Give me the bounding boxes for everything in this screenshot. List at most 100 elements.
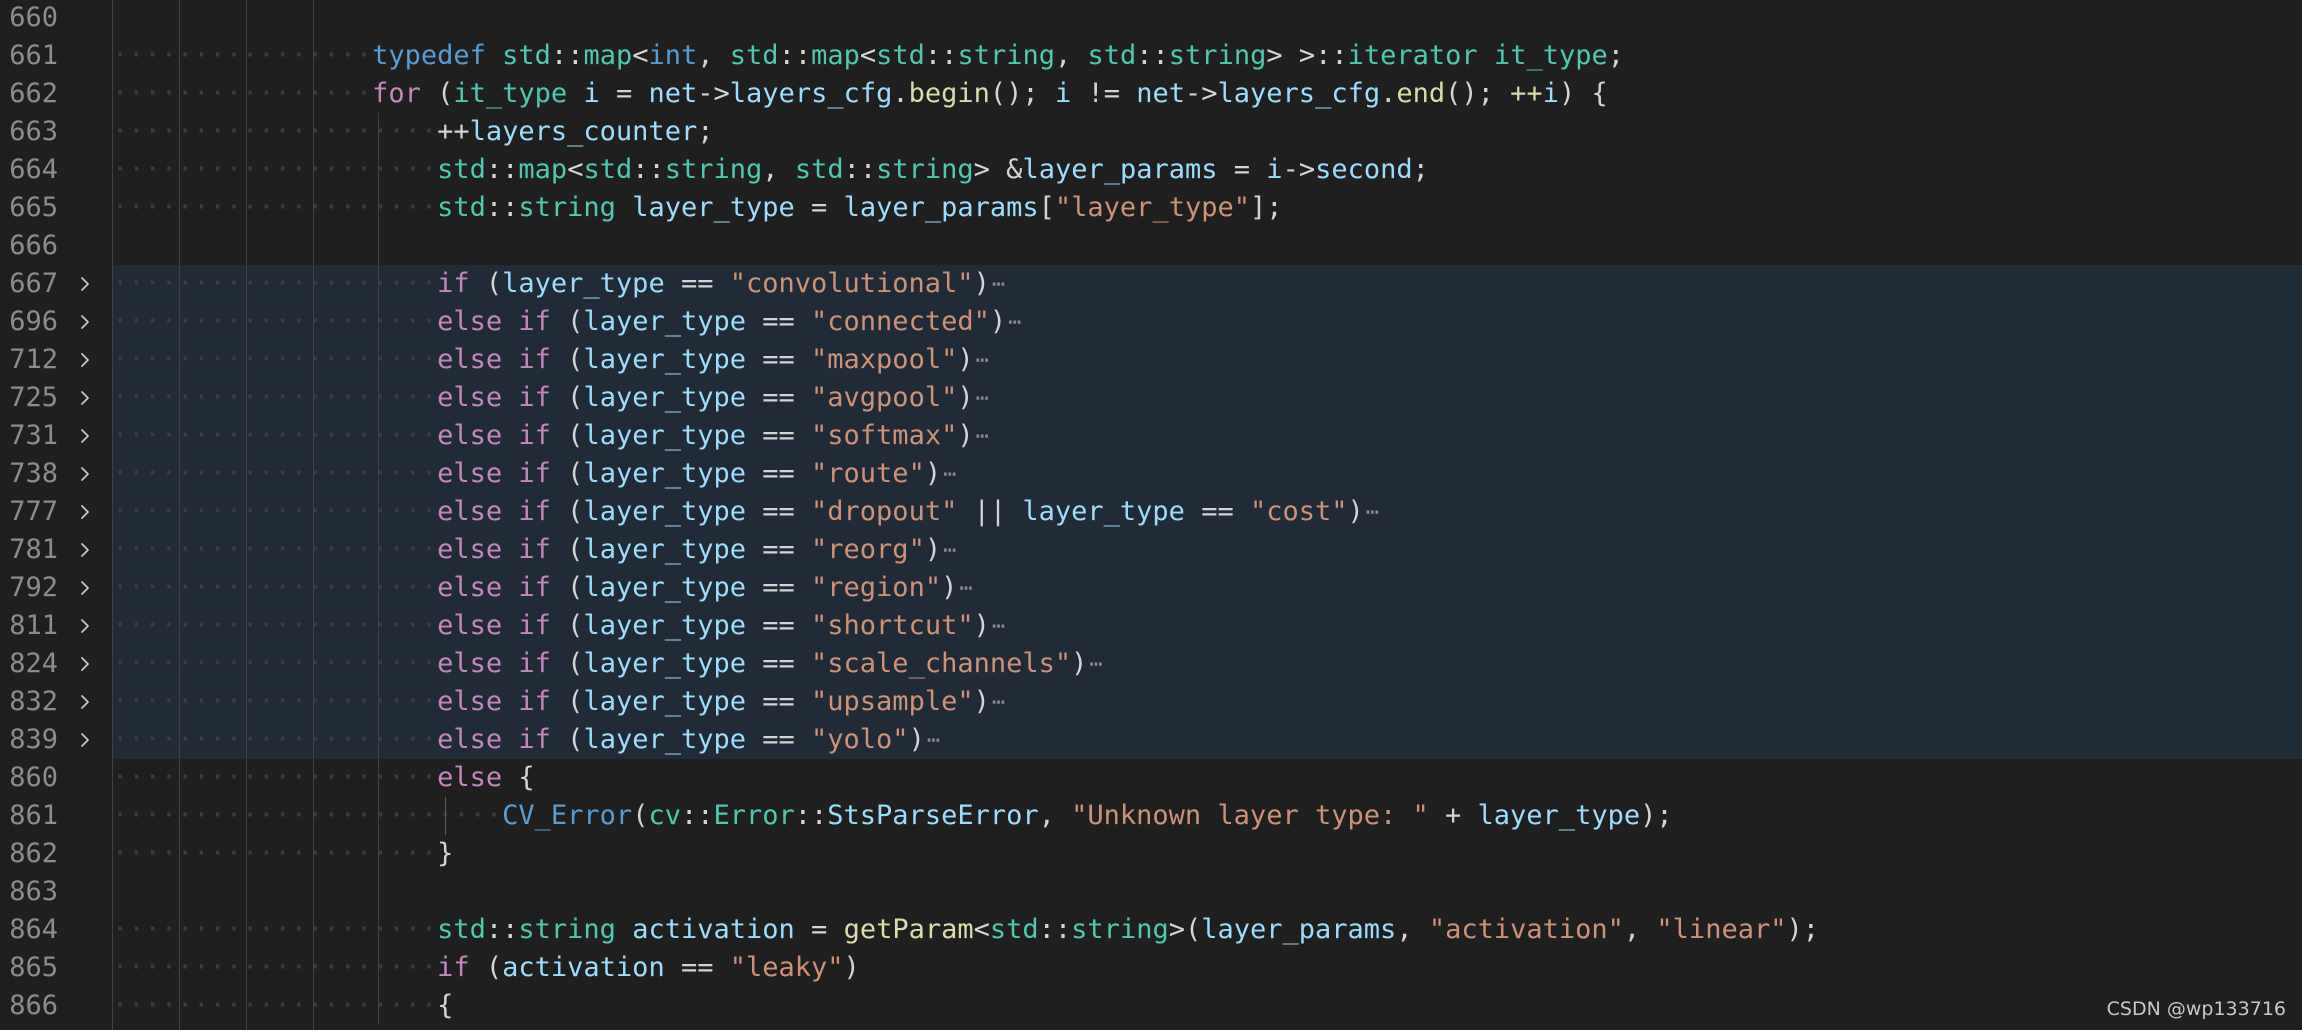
code-line[interactable]: 866 ····················{ — [0, 987, 2302, 1025]
fold-ellipsis[interactable]: ⋯ — [974, 380, 989, 418]
folded-code-line[interactable]: 824 ····················else if (layer_ty… — [0, 645, 2302, 683]
code-text[interactable]: ····················if (activation == "l… — [112, 949, 860, 987]
folded-code-line[interactable]: 738 ····················else if (layer_ty… — [0, 455, 2302, 493]
line-number[interactable]: 861 — [0, 797, 58, 835]
folded-code-line[interactable]: 712 ····················else if (layer_ty… — [0, 341, 2302, 379]
folded-code-line[interactable]: 832 ····················else if (layer_ty… — [0, 683, 2302, 721]
code-text[interactable]: ····················{ — [112, 987, 453, 1025]
fold-ellipsis[interactable]: ⋯ — [990, 608, 1005, 646]
code-line[interactable]: 861 ························CV_Error(cv::… — [0, 797, 2302, 835]
line-number[interactable]: 824 — [0, 645, 58, 683]
folded-code-line[interactable]: 696 ····················else if (layer_ty… — [0, 303, 2302, 341]
fold-ellipsis[interactable]: ⋯ — [1364, 494, 1379, 532]
code-line[interactable]: 865 ····················if (activation ==… — [0, 949, 2302, 987]
code-text[interactable]: ····················else if (layer_type … — [112, 569, 973, 607]
line-number[interactable]: 864 — [0, 911, 58, 949]
code-line[interactable]: 661 ················typedef std::map<int,… — [0, 37, 2302, 75]
line-number[interactable]: 862 — [0, 835, 58, 873]
fold-ellipsis[interactable]: ⋯ — [1006, 304, 1021, 342]
code-text[interactable]: ····················else if (layer_type … — [112, 645, 1103, 683]
line-number[interactable]: 712 — [0, 341, 58, 379]
fold-ellipsis[interactable]: ⋯ — [974, 342, 989, 380]
code-line[interactable]: 862 ····················} — [0, 835, 2302, 873]
code-line[interactable]: 864 ····················std::string activ… — [0, 911, 2302, 949]
code-text[interactable] — [112, 227, 437, 265]
code-line[interactable]: 665 ····················std::string layer… — [0, 189, 2302, 227]
line-number[interactable]: 865 — [0, 949, 58, 987]
fold-ellipsis[interactable]: ⋯ — [925, 722, 940, 760]
fold-ellipsis[interactable]: ⋯ — [957, 570, 972, 608]
line-number[interactable]: 839 — [0, 721, 58, 759]
code-line[interactable]: 863 — [0, 873, 2302, 911]
line-number[interactable]: 860 — [0, 759, 58, 797]
line-number[interactable]: 696 — [0, 303, 58, 341]
chevron-right-icon[interactable] — [76, 503, 94, 521]
line-number[interactable]: 664 — [0, 151, 58, 189]
folded-code-line[interactable]: 792 ····················else if (layer_ty… — [0, 569, 2302, 607]
code-line[interactable]: 666 — [0, 227, 2302, 265]
line-number[interactable]: 811 — [0, 607, 58, 645]
code-line[interactable]: 660 — [0, 0, 2302, 37]
code-text[interactable]: ····················else if (layer_type … — [112, 303, 1021, 341]
code-text[interactable]: ····················else if (layer_type … — [112, 607, 1005, 645]
fold-ellipsis[interactable]: ⋯ — [941, 456, 956, 494]
code-text[interactable]: ····················else if (layer_type … — [112, 531, 956, 569]
line-number[interactable]: 663 — [0, 113, 58, 151]
chevron-right-icon[interactable] — [76, 351, 94, 369]
code-text[interactable]: ················typedef std::map<int, st… — [112, 37, 1624, 75]
fold-ellipsis[interactable]: ⋯ — [974, 418, 989, 456]
code-text[interactable]: ····················} — [112, 835, 453, 873]
code-text[interactable]: ····················else { — [112, 759, 535, 797]
line-number[interactable]: 665 — [0, 189, 58, 227]
line-number[interactable]: 777 — [0, 493, 58, 531]
code-line[interactable]: 664 ····················std::map<std::str… — [0, 151, 2302, 189]
chevron-right-icon[interactable] — [76, 389, 94, 407]
code-text[interactable]: ························CV_Error(cv::Err… — [112, 797, 1673, 835]
folded-code-line[interactable]: 731 ····················else if (layer_ty… — [0, 417, 2302, 455]
chevron-right-icon[interactable] — [76, 617, 94, 635]
line-number[interactable]: 863 — [0, 873, 58, 911]
code-text[interactable] — [112, 873, 437, 911]
code-text[interactable]: ····················else if (layer_type … — [112, 683, 1005, 721]
code-editor[interactable]: 660 661 ················typedef std::map<i… — [0, 0, 2302, 1030]
chevron-right-icon[interactable] — [76, 579, 94, 597]
folded-code-line[interactable]: 781 ····················else if (layer_ty… — [0, 531, 2302, 569]
folded-code-line[interactable]: 725 ····················else if (layer_ty… — [0, 379, 2302, 417]
line-number[interactable]: 666 — [0, 227, 58, 265]
fold-ellipsis[interactable]: ⋯ — [990, 266, 1005, 304]
chevron-right-icon[interactable] — [76, 655, 94, 673]
line-number[interactable]: 662 — [0, 75, 58, 113]
folded-code-line[interactable]: 839 ····················else if (layer_ty… — [0, 721, 2302, 759]
line-number[interactable]: 792 — [0, 569, 58, 607]
code-text[interactable]: ····················std::string layer_ty… — [112, 189, 1283, 227]
folded-code-line[interactable]: 777 ····················else if (layer_ty… — [0, 493, 2302, 531]
fold-ellipsis[interactable]: ⋯ — [1087, 646, 1102, 684]
code-text[interactable]: ····················else if (layer_type … — [112, 721, 940, 759]
line-number[interactable]: 731 — [0, 417, 58, 455]
line-number[interactable]: 667 — [0, 265, 58, 303]
chevron-right-icon[interactable] — [76, 427, 94, 445]
code-text[interactable]: ····················std::string activati… — [112, 911, 1819, 949]
code-text[interactable]: ····················std::map<std::string… — [112, 151, 1429, 189]
chevron-right-icon[interactable] — [76, 313, 94, 331]
folded-code-line[interactable]: 811 ····················else if (layer_ty… — [0, 607, 2302, 645]
line-number[interactable]: 781 — [0, 531, 58, 569]
chevron-right-icon[interactable] — [76, 731, 94, 749]
line-number[interactable]: 866 — [0, 987, 58, 1025]
code-text[interactable]: ····················else if (layer_type … — [112, 493, 1379, 531]
folded-code-line[interactable]: 667 ····················if (layer_type ==… — [0, 265, 2302, 303]
line-number[interactable]: 661 — [0, 37, 58, 75]
code-text[interactable]: ················for (it_type i = net->la… — [112, 75, 1608, 113]
chevron-right-icon[interactable] — [76, 465, 94, 483]
code-line[interactable]: 663 ····················++layers_counter; — [0, 113, 2302, 151]
line-number[interactable]: 660 — [0, 0, 58, 37]
code-text[interactable]: ····················if (layer_type == "c… — [112, 265, 1005, 303]
line-number[interactable]: 832 — [0, 683, 58, 721]
chevron-right-icon[interactable] — [76, 275, 94, 293]
code-line[interactable]: 662 ················for (it_type i = net-… — [0, 75, 2302, 113]
code-text[interactable]: ····················else if (layer_type … — [112, 417, 989, 455]
code-text[interactable]: ····················else if (layer_type … — [112, 379, 989, 417]
chevron-right-icon[interactable] — [76, 693, 94, 711]
line-number[interactable]: 725 — [0, 379, 58, 417]
line-number[interactable]: 738 — [0, 455, 58, 493]
